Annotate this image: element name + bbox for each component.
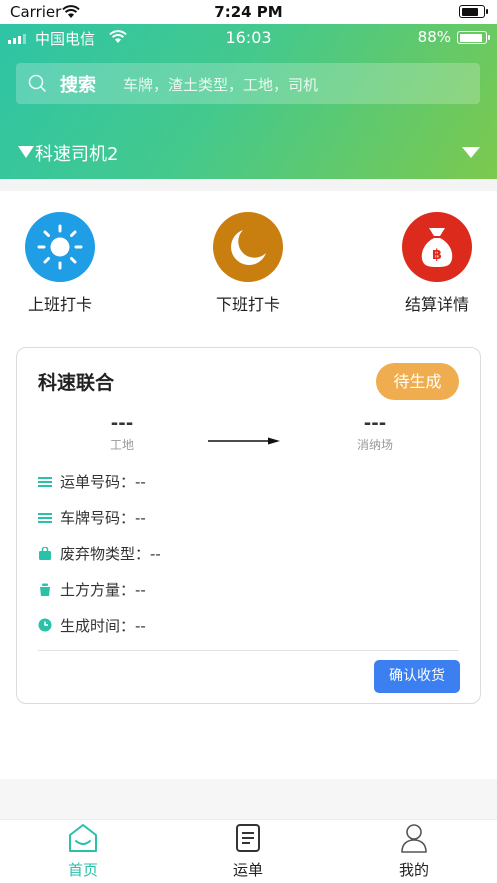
search-label: 搜索 [60, 75, 96, 96]
destination-label: 消纳场 [356, 438, 393, 452]
origin-label: 工地 [109, 438, 134, 452]
route-origin: --- 工地 [92, 414, 152, 453]
company-name: 科速联合 [38, 372, 115, 394]
section-divider [0, 179, 497, 191]
moon-icon [213, 212, 283, 282]
device-status-bar: Carrier 7:24 PM [0, 0, 497, 24]
bag-icon [38, 546, 52, 564]
app-status-bar: 中国电信 16:03 88% [0, 24, 497, 52]
list-icon [38, 510, 52, 528]
clock-in-label: 上班打卡 [27, 295, 92, 314]
user-icon [399, 822, 429, 858]
earthwork-volume: 土方方量：-- [60, 581, 146, 599]
dropdown-arrow-icon[interactable] [462, 147, 480, 158]
driver-selector[interactable]: 科速司机2 [0, 136, 497, 170]
home-icon [68, 822, 98, 858]
created-time: 生成时间：-- [60, 617, 146, 635]
tab-profile-label: 我的 [398, 861, 429, 879]
app-battery-icon [457, 31, 490, 44]
waste-type: 废弃物类型：-- [60, 545, 161, 563]
page-bottom-spacer [0, 779, 497, 819]
tab-home[interactable]: 首页 [33, 820, 133, 883]
list-icon [38, 474, 52, 492]
clock-in-button[interactable]: 上班打卡 [10, 212, 110, 315]
card-divider [38, 650, 459, 651]
search-icon [28, 74, 47, 97]
destination-value: --- [363, 413, 387, 434]
origin-value: --- [110, 413, 134, 434]
device-battery-icon [459, 5, 488, 18]
clock-out-label: 下班打卡 [215, 295, 280, 314]
plate-number: 车牌号码：-- [60, 509, 146, 527]
search-bar[interactable]: 搜索 车牌，渣土类型，工地，司机 [16, 63, 480, 104]
route-destination: --- 消纳场 [345, 414, 405, 453]
tab-home-label: 首页 [67, 861, 98, 879]
confirm-receipt-button[interactable]: 确认收货 [374, 660, 460, 693]
caret-down-icon [18, 146, 34, 158]
settlement-details-button[interactable]: ฿ 结算详情 [387, 212, 487, 315]
tab-profile[interactable]: 我的 [364, 820, 464, 883]
money-bag-icon: ฿ [402, 212, 472, 282]
clock-out-button[interactable]: 下班打卡 [198, 212, 298, 315]
tab-waybill[interactable]: 运单 [198, 820, 298, 883]
waybill-number: 运单号码：-- [60, 473, 146, 491]
driver-name: 科速司机2 [35, 144, 119, 165]
waybill-card: 科速联合 待生成 --- 工地 --- 消纳场 运单号码：-- 车牌号码：-- … [16, 347, 481, 704]
bucket-icon [38, 582, 52, 600]
status-badge: 待生成 [376, 363, 459, 400]
device-time: 7:24 PM [214, 3, 283, 21]
settlement-details-label: 结算详情 [404, 295, 469, 314]
app-header: 中国电信 16:03 88% 搜索 车牌，渣土类型，工地，司机 科速司机2 [0, 24, 497, 179]
battery-percent: 88% [417, 28, 451, 46]
sun-icon [25, 212, 95, 282]
search-placeholder: 车牌，渣土类型，工地，司机 [123, 76, 319, 94]
route-arrow-icon [208, 430, 280, 449]
clock-icon [38, 618, 52, 636]
tab-bar: 首页 运单 我的 [0, 819, 497, 883]
tab-waybill-label: 运单 [232, 861, 263, 879]
svg-text:฿: ฿ [432, 247, 442, 263]
document-icon [233, 822, 263, 858]
